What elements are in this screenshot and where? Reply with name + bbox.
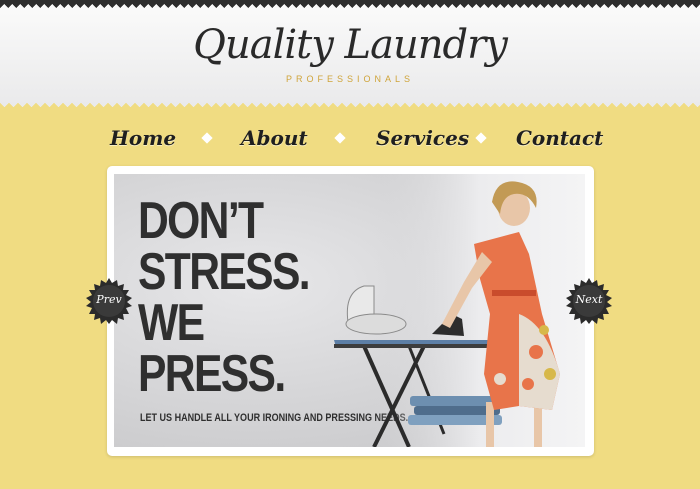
headline-line-2: STRESS. (138, 243, 311, 301)
site-logo-title[interactable]: Quality Laundry (0, 22, 700, 68)
site-header: Quality Laundry PROFESSIONALS (0, 0, 700, 112)
nav-item-contact[interactable]: Contact (516, 124, 603, 152)
headline-line-4: PRESS. (138, 345, 286, 403)
nav-item-services[interactable]: Services (376, 124, 469, 152)
nav-item-about[interactable]: About (241, 124, 308, 152)
nav-item-home[interactable]: Home (110, 124, 176, 152)
diamond-icon (334, 132, 346, 144)
zigzag-top-border (0, 0, 700, 8)
headline-line-3: WE (138, 294, 205, 352)
hero-slide: DON’T STRESS. WE PRESS. LET US HANDLE AL… (114, 174, 585, 447)
headline-line-1: DON’T (138, 192, 264, 250)
next-label: Next (575, 293, 603, 306)
zigzag-bottom-border (0, 103, 700, 112)
woman-ironing-photo (334, 174, 585, 447)
prev-label: Prev (96, 293, 122, 306)
prev-button[interactable]: Prev (86, 278, 132, 324)
diamond-icon (475, 132, 487, 144)
next-button[interactable]: Next (566, 278, 612, 324)
site-logo-subtitle: PROFESSIONALS (285, 74, 415, 84)
diamond-icon (201, 132, 213, 144)
